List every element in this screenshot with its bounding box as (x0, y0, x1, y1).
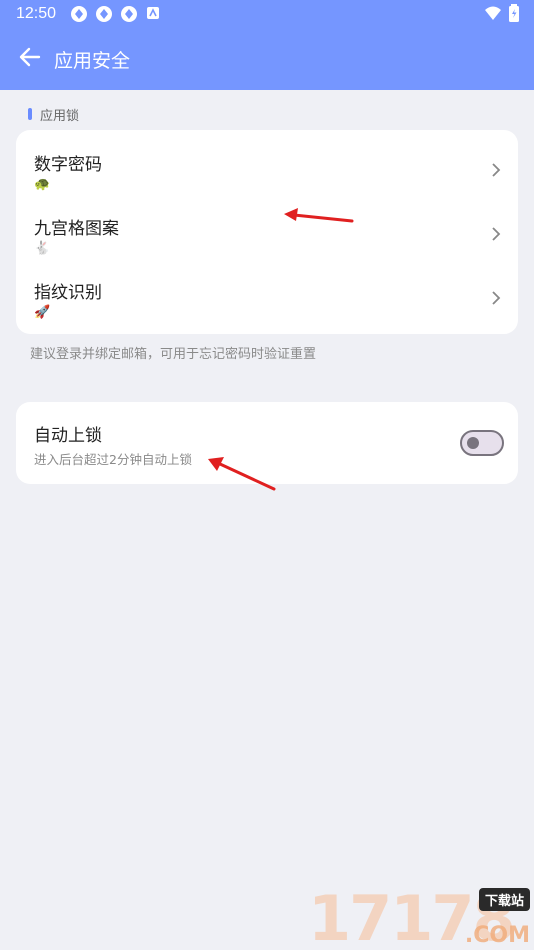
toggle-knob (467, 437, 479, 449)
watermark-domain: .COM (464, 923, 530, 948)
turtle-icon: 🐢 (34, 177, 51, 192)
lock-option-fingerprint[interactable]: 指纹识别 🚀 (16, 264, 518, 328)
status-time: 12:50 (16, 5, 57, 22)
site-watermark: 17178 下载站 .COM (308, 888, 534, 950)
lock-option-pattern[interactable]: 九宫格图案 🐇 (16, 200, 518, 264)
sync-icon (120, 5, 138, 23)
android-icon (145, 5, 163, 23)
battery-icon (508, 4, 520, 26)
arrow-left-icon (19, 47, 41, 71)
toolbar: 应用安全 (0, 40, 534, 78)
page-title: 应用安全 (54, 49, 131, 72)
lock-option-numeric-password[interactable]: 数字密码 🐢 (16, 136, 518, 200)
chevron-right-icon (490, 162, 502, 177)
sync-icon (95, 5, 113, 23)
wifi-icon (484, 5, 502, 25)
option-label: 指纹识别 (34, 283, 102, 303)
app-bar: 12:50 应用安全 (0, 0, 534, 90)
rabbit-icon: 🐇 (34, 241, 51, 256)
section-header-app-lock: 应用锁 (28, 104, 79, 124)
status-right (484, 4, 520, 26)
status-bar: 12:50 (0, 0, 534, 28)
chevron-right-icon (490, 290, 502, 305)
section-marker (28, 108, 32, 120)
email-hint-text: 建议登录并绑定邮箱，可用于忘记密码时验证重置 (30, 347, 317, 362)
option-label: 数字密码 (34, 155, 102, 175)
rocket-icon: 🚀 (34, 305, 51, 320)
auto-lock-card[interactable]: 自动上锁 进入后台超过2分钟自动上锁 (16, 402, 518, 484)
watermark-tag: 下载站 (478, 888, 530, 911)
option-label: 九宫格图案 (34, 219, 119, 239)
section-title: 应用锁 (40, 108, 80, 124)
auto-lock-toggle[interactable] (460, 430, 504, 456)
back-button[interactable] (10, 40, 50, 78)
chevron-right-icon (490, 226, 502, 241)
lock-options-card: 数字密码 🐢 九宫格图案 🐇 指纹识别 🚀 (16, 130, 518, 334)
auto-lock-title: 自动上锁 (34, 426, 102, 446)
auto-lock-description: 进入后台超过2分钟自动上锁 (34, 452, 192, 467)
sync-icon (70, 5, 88, 23)
